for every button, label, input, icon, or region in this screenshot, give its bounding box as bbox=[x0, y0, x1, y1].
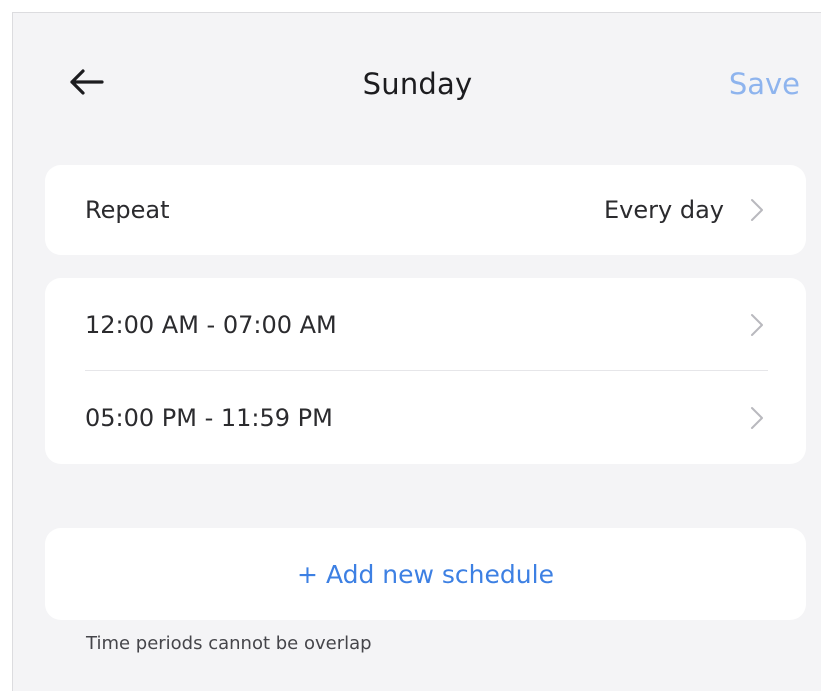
save-button[interactable]: Save bbox=[729, 67, 800, 101]
add-schedule-button[interactable]: + Add new schedule bbox=[45, 528, 806, 620]
schedule-screen: Sunday Save Repeat Every day 12:00 AM - … bbox=[12, 12, 821, 691]
overlap-note: Time periods cannot be overlap bbox=[86, 633, 372, 654]
repeat-value: Every day bbox=[604, 196, 724, 224]
page-title: Sunday bbox=[362, 67, 473, 101]
repeat-card: Repeat Every day bbox=[45, 165, 806, 255]
chevron-right-icon bbox=[750, 312, 764, 338]
time-periods-card: 12:00 AM - 07:00 AM 05:00 PM - 11:59 PM bbox=[45, 278, 806, 464]
repeat-label: Repeat bbox=[85, 196, 170, 224]
time-period-label: 05:00 PM - 11:59 PM bbox=[85, 403, 333, 432]
header: Sunday Save bbox=[13, 13, 821, 138]
time-period-row[interactable]: 12:00 AM - 07:00 AM bbox=[45, 278, 806, 371]
chevron-right-icon bbox=[750, 197, 764, 223]
add-schedule-card: + Add new schedule bbox=[45, 528, 806, 620]
time-period-row[interactable]: 05:00 PM - 11:59 PM bbox=[45, 371, 806, 464]
time-period-label: 12:00 AM - 07:00 AM bbox=[85, 310, 337, 339]
chevron-right-icon bbox=[750, 405, 764, 431]
repeat-row[interactable]: Repeat Every day bbox=[45, 165, 806, 255]
